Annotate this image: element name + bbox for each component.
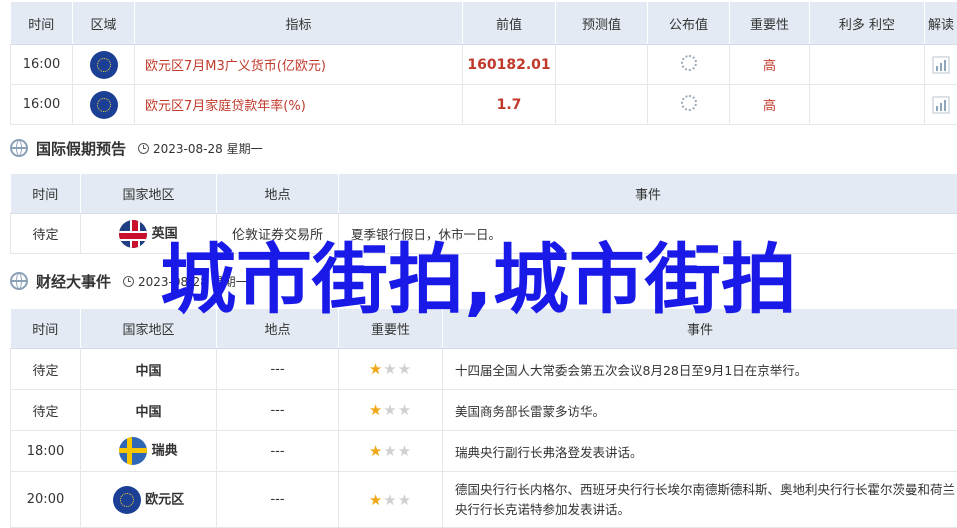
star-empty-icon: ★ xyxy=(398,360,412,378)
place-name: --- xyxy=(217,472,339,528)
globe-icon xyxy=(10,139,28,157)
country-name: 中国 xyxy=(81,390,217,431)
country-name: 中国 xyxy=(81,349,217,390)
indicator-table: 时间 区域 指标 前值 预测值 公布值 重要性 利多 利空 解读 16:00 欧… xyxy=(10,2,957,125)
col-place: 地点 xyxy=(217,174,339,214)
eu-flag-icon xyxy=(90,91,118,119)
row-time: 20:00 xyxy=(11,472,81,528)
star-filled-icon: ★ xyxy=(369,401,383,419)
star-filled-icon: ★ xyxy=(369,360,383,378)
table-row: 18:00 瑞典 --- ★★★ 瑞典央行副行长弗洛登发表讲话。 xyxy=(11,431,957,472)
event-text: 美国商务部长雷蒙多访华。 xyxy=(443,390,957,431)
sweden-flag-icon xyxy=(119,437,147,465)
place-name: --- xyxy=(217,431,339,472)
row-time: 18:00 xyxy=(11,431,81,472)
eu-flag-icon xyxy=(90,51,118,79)
importance-value: 高 xyxy=(730,45,810,85)
importance-stars: ★★★ xyxy=(339,431,443,472)
col-region: 区域 xyxy=(73,2,135,45)
importance-stars: ★★★ xyxy=(339,390,443,431)
events-section-title: 财经大事件 2023-08-28 星期一 xyxy=(10,267,248,295)
effect-value xyxy=(810,45,925,85)
col-event: 事件 xyxy=(339,174,957,214)
star-empty-icon: ★ xyxy=(398,442,412,460)
star-empty-icon: ★ xyxy=(383,360,397,378)
table-row: 20:00 欧元区 --- ★★★ 德国央行行长内格尔、西班牙央行行长埃尔南德斯… xyxy=(11,472,957,528)
event-text: 夏季银行假日，休市一日。 xyxy=(339,214,957,254)
holiday-section-title: 国际假期预告 2023-08-28 星期一 xyxy=(10,134,263,162)
holiday-table: 时间 国家地区 地点 事件 待定 英国 伦敦证券交易所 夏季银行假日，休市一日。 xyxy=(10,174,957,254)
col-place: 地点 xyxy=(217,309,339,349)
indicator-name[interactable]: 欧元区7月家庭贷款年率(%) xyxy=(135,85,463,125)
row-time: 16:00 xyxy=(11,85,73,125)
effect-value xyxy=(810,85,925,125)
star-empty-icon: ★ xyxy=(383,491,397,509)
events-header-row: 时间 国家地区 地点 重要性 事件 xyxy=(11,309,957,349)
col-country: 国家地区 xyxy=(81,309,217,349)
col-event: 事件 xyxy=(443,309,957,349)
place-name: 伦敦证券交易所 xyxy=(217,214,339,254)
col-time: 时间 xyxy=(11,2,73,45)
col-prev: 前值 xyxy=(463,2,556,45)
country-name: 欧元区 xyxy=(145,492,184,507)
row-time: 待定 xyxy=(11,214,81,254)
country-name: 英国 xyxy=(152,226,178,241)
star-filled-icon: ★ xyxy=(369,491,383,509)
star-empty-icon: ★ xyxy=(383,401,397,419)
event-text: 瑞典央行副行长弗洛登发表讲话。 xyxy=(443,431,957,472)
col-importance: 重要性 xyxy=(339,309,443,349)
table-row[interactable]: 16:00 欧元区7月家庭贷款年率(%) 1.7 高 xyxy=(11,85,957,125)
loading-icon xyxy=(681,55,697,71)
col-effect: 利多 利空 xyxy=(810,2,925,45)
col-time: 时间 xyxy=(11,309,81,349)
place-name: --- xyxy=(217,349,339,390)
col-analysis: 解读 xyxy=(925,2,957,45)
row-time: 待定 xyxy=(11,390,81,431)
place-name: --- xyxy=(217,390,339,431)
col-forecast: 预测值 xyxy=(556,2,648,45)
event-text: 十四届全国人大常委会第五次会议8月28日至9月1日在京举行。 xyxy=(443,349,957,390)
importance-value: 高 xyxy=(730,85,810,125)
col-actual: 公布值 xyxy=(648,2,730,45)
row-time: 16:00 xyxy=(11,45,73,85)
table-row[interactable]: 16:00 欧元区7月M3广义货币(亿欧元) 160182.01 高 xyxy=(11,45,957,85)
row-time: 待定 xyxy=(11,349,81,390)
importance-stars: ★★★ xyxy=(339,472,443,528)
star-empty-icon: ★ xyxy=(398,491,412,509)
country-name: 瑞典 xyxy=(152,444,178,459)
table-row: 待定 中国 --- ★★★ 十四届全国人大常委会第五次会议8月28日至9月1日在… xyxy=(11,349,957,390)
table-row: 待定 中国 --- ★★★ 美国商务部长雷蒙多访华。 xyxy=(11,390,957,431)
globe-icon xyxy=(10,272,28,290)
forecast-value xyxy=(556,85,648,125)
clock-icon xyxy=(138,143,149,154)
indicator-header-row: 时间 区域 指标 前值 预测值 公布值 重要性 利多 利空 解读 xyxy=(11,2,957,45)
importance-stars: ★★★ xyxy=(339,349,443,390)
chart-icon[interactable] xyxy=(932,96,950,114)
section-date: 2023-08-28 星期一 xyxy=(138,273,248,290)
loading-icon xyxy=(681,95,697,111)
chart-icon[interactable] xyxy=(932,56,950,74)
col-time: 时间 xyxy=(11,174,81,214)
prev-value: 1.7 xyxy=(463,85,556,125)
star-empty-icon: ★ xyxy=(383,442,397,460)
star-empty-icon: ★ xyxy=(398,401,412,419)
section-name: 财经大事件 xyxy=(36,271,111,292)
section-date: 2023-08-28 星期一 xyxy=(153,140,263,157)
prev-value: 160182.01 xyxy=(463,45,556,85)
col-indicator: 指标 xyxy=(135,2,463,45)
col-importance: 重要性 xyxy=(730,2,810,45)
uk-flag-icon xyxy=(119,220,147,248)
forecast-value xyxy=(556,45,648,85)
col-country: 国家地区 xyxy=(81,174,217,214)
star-filled-icon: ★ xyxy=(369,442,383,460)
section-name: 国际假期预告 xyxy=(36,138,126,159)
indicator-name[interactable]: 欧元区7月M3广义货币(亿欧元) xyxy=(135,45,463,85)
table-row: 待定 英国 伦敦证券交易所 夏季银行假日，休市一日。 xyxy=(11,214,957,254)
holiday-header-row: 时间 国家地区 地点 事件 xyxy=(11,174,957,214)
events-table: 时间 国家地区 地点 重要性 事件 待定 中国 --- ★★★ 十四届全国人大常… xyxy=(10,309,957,528)
clock-icon xyxy=(123,276,134,287)
eu-flag-icon xyxy=(113,486,141,514)
event-text: 德国央行行长内格尔、西班牙央行行长埃尔南德斯德科斯、奥地利央行行长霍尔茨曼和荷兰… xyxy=(443,472,957,528)
